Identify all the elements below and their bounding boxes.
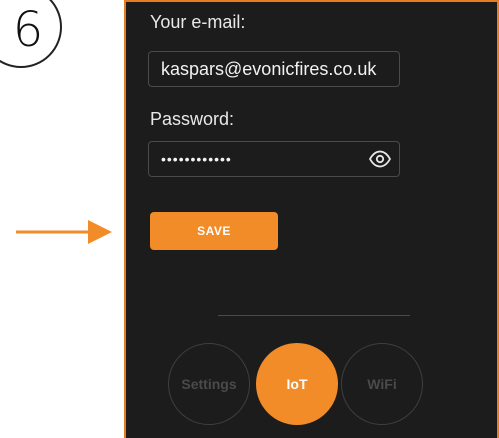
step-number: 6: [12, 2, 44, 58]
password-label: Password:: [150, 109, 235, 129]
page: 6 Your e-mail: kaspars@evonicfires.co.uk…: [0, 0, 499, 438]
tab-settings-label: Settings: [181, 376, 237, 392]
email-field[interactable]: kaspars@evonicfires.co.uk: [148, 51, 400, 87]
tab-wifi[interactable]: WiFi: [341, 343, 423, 425]
tab-wifi-label: WiFi: [367, 376, 397, 392]
password-value: ••••••••••••: [161, 151, 232, 167]
arrow-right-icon: [16, 220, 112, 244]
tab-iot[interactable]: IoT: [256, 343, 338, 425]
email-label: Your e-mail:: [150, 12, 246, 32]
step-number-badge: 6: [0, 0, 62, 68]
eye-icon[interactable]: [369, 150, 391, 168]
app-screen: Your e-mail: kaspars@evonicfires.co.uk P…: [124, 0, 499, 438]
password-field[interactable]: ••••••••••••: [148, 141, 400, 177]
tab-iot-label: IoT: [286, 376, 308, 392]
save-button[interactable]: SAVE: [150, 212, 278, 250]
email-value: kaspars@evonicfires.co.uk: [161, 58, 377, 79]
divider: [218, 315, 410, 316]
tab-settings[interactable]: Settings: [168, 343, 250, 425]
